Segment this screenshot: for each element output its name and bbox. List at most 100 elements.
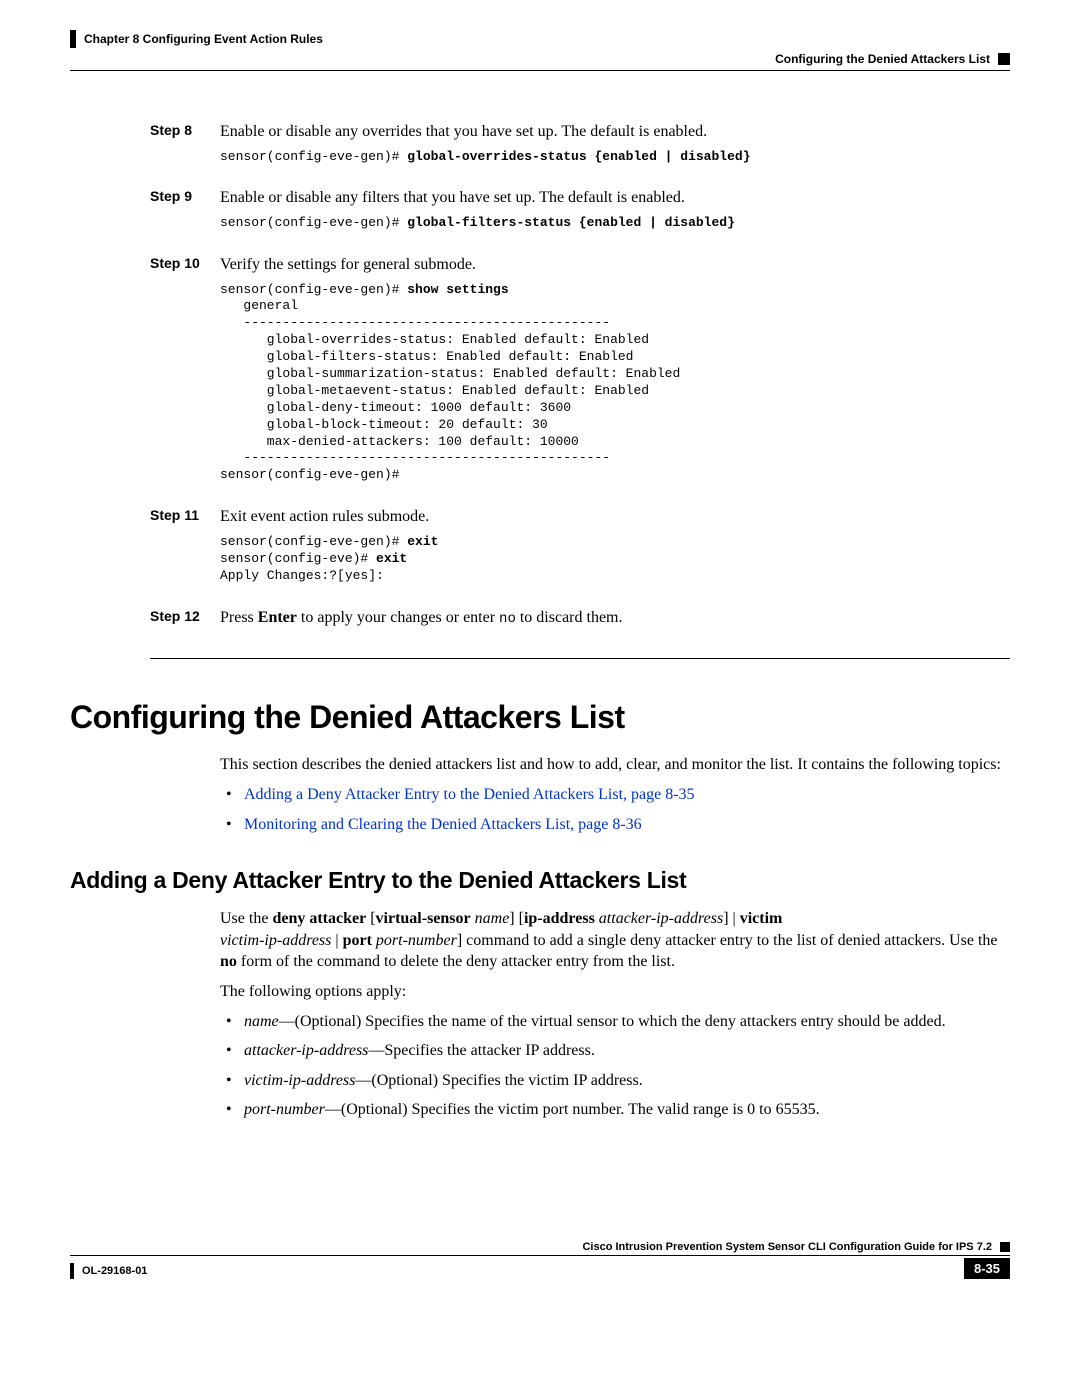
list-item: attacker-ip-address—Specifies the attack… (220, 1040, 1010, 1062)
code-prefix: sensor(config-eve-gen)# (220, 215, 407, 230)
step-text: Exit event action rules submode. (220, 508, 429, 525)
t: virtual-sensor (376, 910, 471, 927)
t: form of the command to delete the deny a… (237, 953, 675, 970)
header-bar-icon (70, 30, 76, 48)
step-label: Step 9 (150, 187, 220, 245)
t: to discard them. (516, 609, 623, 626)
section-divider (150, 658, 1010, 659)
chapter-label: Chapter 8 Configuring Event Action Rules (84, 32, 323, 46)
section-label: Configuring the Denied Attackers List (775, 52, 990, 66)
footer-guide-row: Cisco Intrusion Prevention System Sensor… (70, 1241, 1010, 1253)
step-body: Enable or disable any overrides that you… (220, 121, 1000, 179)
code-command: show settings (407, 282, 508, 297)
opt-desc: —(Optional) Specifies the victim port nu… (325, 1101, 820, 1118)
intro-text: This section describes the denied attack… (220, 754, 1010, 776)
t: Use the (220, 910, 272, 927)
code-block: sensor(config-eve-gen)# show settings ge… (220, 282, 1000, 485)
opt-name: attacker-ip-address (244, 1042, 368, 1059)
t: no (499, 611, 516, 627)
opt-desc: —(Optional) Specifies the name of the vi… (279, 1013, 946, 1030)
list-item: name—(Optional) Specifies the name of th… (220, 1011, 1010, 1033)
footer-square-icon (1000, 1242, 1010, 1252)
step-body: Enable or disable any filters that you h… (220, 187, 1000, 245)
code-block: sensor(config-eve-gen)# global-filters-s… (220, 215, 1000, 232)
subsection-title: Adding a Deny Attacker Entry to the Deni… (70, 867, 1010, 894)
running-header-right: Configuring the Denied Attackers List (70, 52, 1010, 66)
t: victim-ip-address (220, 932, 331, 949)
t: attacker-ip-address (599, 910, 723, 927)
t: ] | (723, 910, 740, 927)
t: ] command to add a single deny attacker … (457, 932, 998, 949)
t: ] [ (509, 910, 524, 927)
list-item: victim-ip-address—(Optional) Specifies t… (220, 1070, 1010, 1092)
code-command: global-overrides-status {enabled | disab… (407, 149, 750, 164)
t: [ (366, 910, 375, 927)
code-l2b: exit (376, 551, 407, 566)
page-number: 8-35 (964, 1258, 1010, 1279)
t: | (331, 932, 342, 949)
footer-doc-id: OL-29168-01 (82, 1265, 147, 1277)
footer-guide-title: Cisco Intrusion Prevention System Sensor… (582, 1241, 992, 1253)
options-list: name—(Optional) Specifies the name of th… (220, 1011, 1010, 1121)
t: port (343, 932, 372, 949)
step-label: Step 11 (150, 506, 220, 598)
code-prefix: sensor(config-eve-gen)# (220, 282, 407, 297)
t: name (475, 910, 510, 927)
code-l1b: exit (407, 534, 438, 549)
header-left: Chapter 8 Configuring Event Action Rules (70, 30, 323, 48)
code-block: sensor(config-eve-gen)# exit sensor(conf… (220, 534, 1000, 585)
code-prefix: sensor(config-eve-gen)# (220, 149, 407, 164)
step-label: Step 12 (150, 607, 220, 629)
options-intro: The following options apply: (220, 981, 1010, 1003)
opt-name: victim-ip-address (244, 1072, 355, 1089)
t: Press (220, 609, 258, 626)
topic-list: Adding a Deny Attacker Entry to the Deni… (220, 784, 1010, 835)
t: Enter (258, 609, 297, 626)
step-10: Step 10 Verify the settings for general … (150, 254, 1000, 498)
step-text: Enable or disable any overrides that you… (220, 123, 707, 140)
footer-right: 8-35 (964, 1258, 1010, 1279)
page: Chapter 8 Configuring Event Action Rules… (0, 0, 1080, 1319)
footer-row: OL-29168-01 8-35 (70, 1258, 1010, 1279)
code-l3: Apply Changes:?[yes]: (220, 568, 384, 583)
t: port-number (376, 932, 457, 949)
link-add-entry[interactable]: Adding a Deny Attacker Entry to the Deni… (244, 786, 695, 803)
step-text: Verify the settings for general submode. (220, 256, 476, 273)
running-header: Chapter 8 Configuring Event Action Rules (70, 30, 1010, 48)
list-item: Monitoring and Clearing the Denied Attac… (220, 814, 1010, 836)
list-item: port-number—(Optional) Specifies the vic… (220, 1099, 1010, 1121)
step-body: Verify the settings for general submode.… (220, 254, 1000, 498)
t: deny attacker (272, 910, 366, 927)
step-text: Enable or disable any filters that you h… (220, 189, 685, 206)
step-label: Step 10 (150, 254, 220, 498)
opt-name: port-number (244, 1101, 325, 1118)
step-body: Exit event action rules submode. sensor(… (220, 506, 1000, 598)
subsection-body: Use the deny attacker [virtual-sensor na… (220, 908, 1010, 1121)
step-11: Step 11 Exit event action rules submode.… (150, 506, 1000, 598)
footer-divider (70, 1255, 1010, 1256)
steps-block: Step 8 Enable or disable any overrides t… (150, 121, 1000, 628)
list-item: Adding a Deny Attacker Entry to the Deni… (220, 784, 1010, 806)
code-block: sensor(config-eve-gen)# global-overrides… (220, 149, 1000, 166)
section-title: Configuring the Denied Attackers List (70, 699, 1010, 736)
footer-left: OL-29168-01 (70, 1263, 147, 1279)
t: ip-address (524, 910, 595, 927)
header-square-icon (998, 53, 1010, 65)
usage-paragraph: Use the deny attacker [virtual-sensor na… (220, 908, 1010, 973)
t: no (220, 953, 237, 970)
link-monitor-clear[interactable]: Monitoring and Clearing the Denied Attac… (244, 816, 642, 833)
code-l2p: sensor(config-eve)# (220, 551, 376, 566)
header-divider (70, 70, 1010, 71)
opt-desc: —Specifies the attacker IP address. (368, 1042, 594, 1059)
t: victim (740, 910, 783, 927)
code-command: global-filters-status {enabled | disable… (407, 215, 735, 230)
code-l1p: sensor(config-eve-gen)# (220, 534, 407, 549)
section-intro: This section describes the denied attack… (220, 754, 1010, 835)
footer-bar-icon (70, 1263, 74, 1279)
t: to apply your changes or enter (297, 609, 499, 626)
step-12: Step 12 Press Enter to apply your change… (150, 607, 1000, 629)
opt-name: name (244, 1013, 279, 1030)
step-9: Step 9 Enable or disable any filters tha… (150, 187, 1000, 245)
step-8: Step 8 Enable or disable any overrides t… (150, 121, 1000, 179)
page-footer: Cisco Intrusion Prevention System Sensor… (70, 1241, 1010, 1279)
